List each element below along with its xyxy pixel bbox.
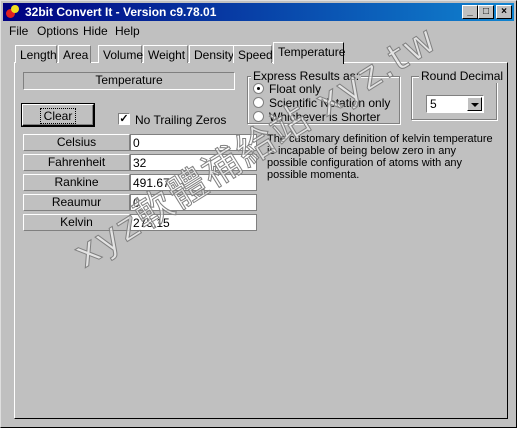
- app-window: 32bit Convert It - Version c9.78.01 _ □ …: [0, 0, 517, 428]
- window-title: 32bit Convert It - Version c9.78.01: [25, 5, 217, 19]
- tab-speed[interactable]: Speed: [233, 45, 273, 63]
- tab-temperature[interactable]: Temperature: [273, 42, 345, 64]
- clear-button[interactable]: Clear: [21, 103, 95, 127]
- clear-button-label: Clear: [39, 108, 77, 124]
- kelvin-input[interactable]: [130, 214, 257, 231]
- celsius-input[interactable]: [130, 134, 257, 151]
- celsius-label: Celsius: [23, 134, 130, 151]
- tab-weight[interactable]: Weight: [143, 45, 188, 63]
- fahrenheit-label: Fahrenheit: [23, 154, 130, 171]
- rankine-input[interactable]: [130, 174, 257, 191]
- whichever-shorter-label: Whichever is Shorter: [269, 110, 381, 124]
- menu-hide[interactable]: Hide: [83, 24, 108, 38]
- kelvin-label: Kelvin: [23, 214, 130, 231]
- round-decimal-value: 5: [430, 97, 437, 111]
- menu-options[interactable]: Options: [37, 24, 78, 38]
- no-trailing-zeros-label: No Trailing Zeros: [135, 113, 227, 127]
- unit-description: The customary definition of kelvin tempe…: [267, 133, 493, 181]
- tab-density[interactable]: Density: [189, 45, 234, 63]
- menu-help[interactable]: Help: [115, 24, 140, 38]
- minimize-button[interactable]: _: [462, 5, 478, 19]
- round-decimal-title: Round Decimal: [419, 69, 506, 83]
- tab-volume[interactable]: Volume: [98, 45, 143, 63]
- maximize-button[interactable]: □: [478, 5, 494, 19]
- no-trailing-zeros-checkbox[interactable]: ✓: [118, 113, 130, 125]
- close-button[interactable]: ×: [496, 5, 512, 19]
- rankine-label: Rankine: [23, 174, 130, 191]
- dropdown-arrow-icon[interactable]: [467, 97, 482, 111]
- express-results-title: Express Results as:: [251, 69, 362, 83]
- menu-bar: File Options Hide Help: [3, 22, 514, 40]
- scientific-notation-radio[interactable]: [253, 97, 264, 108]
- app-icon[interactable]: [6, 5, 20, 19]
- tab-length[interactable]: Length: [15, 45, 57, 63]
- float-only-label: Float only: [269, 82, 322, 96]
- menu-file[interactable]: File: [9, 24, 28, 38]
- round-decimal-select[interactable]: 5: [426, 95, 484, 113]
- scientific-notation-label: Scientific Notation only: [269, 96, 391, 110]
- reaumur-label: Reaumur: [23, 194, 130, 211]
- reaumur-input[interactable]: [130, 194, 257, 211]
- fahrenheit-input[interactable]: [130, 154, 257, 171]
- title-bar[interactable]: 32bit Convert It - Version c9.78.01 _ □ …: [3, 3, 514, 21]
- tab-area[interactable]: Area: [58, 45, 91, 63]
- whichever-shorter-radio[interactable]: [253, 111, 264, 122]
- float-only-radio[interactable]: [253, 83, 264, 94]
- category-label: Temperature: [23, 72, 235, 90]
